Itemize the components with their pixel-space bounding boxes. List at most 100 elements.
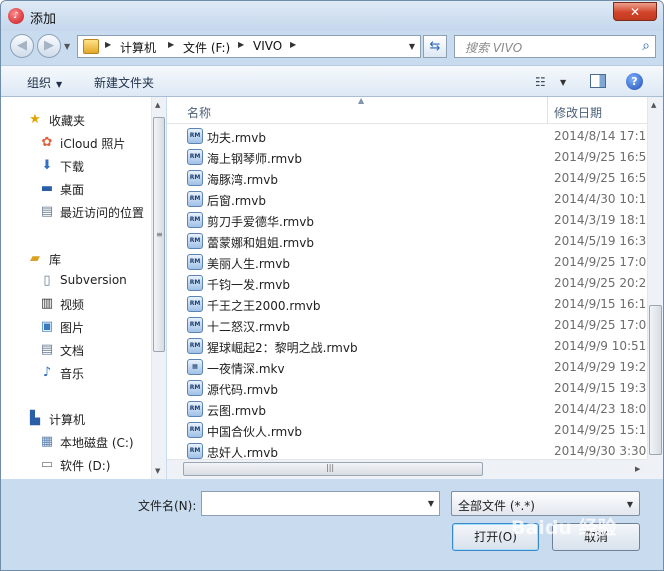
file-name: 千王之王2000.rmvb: [207, 299, 321, 313]
preview-pane-icon[interactable]: [590, 74, 606, 88]
rmvb-file-icon: RM: [187, 170, 203, 186]
nav-item-icloud-photos[interactable]: ✿ iCloud 照片: [1, 132, 151, 154]
grip-icon: ≡: [156, 230, 163, 239]
rmvb-file-icon: RM: [187, 275, 203, 291]
filetype-value: 全部文件 (*.*): [458, 499, 535, 513]
file-date: 2014/9/25 15:1: [554, 423, 647, 437]
rmvb-file-icon: RM: [187, 254, 203, 270]
nav-computer[interactable]: ▙ 计算机: [1, 408, 151, 430]
column-divider[interactable]: [547, 97, 548, 123]
forward-button[interactable]: ▶: [37, 34, 61, 58]
rmvb-file-icon: RM: [187, 401, 203, 417]
cancel-button[interactable]: 取消: [552, 523, 640, 551]
search-icon[interactable]: ⌕: [642, 38, 650, 54]
nav-libraries[interactable]: ▰ 库: [1, 248, 151, 270]
breadcrumb-vivo[interactable]: VIVO: [253, 39, 282, 53]
refresh-button[interactable]: ⇆: [423, 35, 447, 58]
address-dropdown-icon[interactable]: ▼: [409, 42, 415, 51]
scrollbar-thumb[interactable]: |||: [183, 462, 483, 476]
scroll-right-icon[interactable]: ▶: [635, 465, 640, 473]
help-icon[interactable]: ?: [626, 73, 643, 90]
file-row[interactable]: RM 猩球崛起2：黎明之战.rmvb 2014/9/9 10:51: [167, 336, 647, 357]
nav-item-label: 本地磁盘 (C:): [60, 436, 134, 450]
filetype-select[interactable]: 全部文件 (*.*) ▼: [451, 491, 640, 516]
file-row[interactable]: RM 中国合伙人.rmvb 2014/9/25 15:1: [167, 420, 647, 441]
nav-item-subversion[interactable]: ▯ Subversion: [1, 270, 151, 292]
file-row[interactable]: RM 十二怒汉.rmvb 2014/9/25 17:0: [167, 315, 647, 336]
breadcrumb-drive-f[interactable]: 文件 (F:): [183, 39, 230, 56]
scrollbar-thumb[interactable]: ≡: [153, 117, 165, 352]
nav-item-documents[interactable]: ▤ 文档: [1, 339, 151, 361]
file-row[interactable]: RM 千钧一发.rmvb 2014/9/25 20:2: [167, 273, 647, 294]
breadcrumb-computer[interactable]: 计算机: [120, 39, 156, 56]
nav-item-music[interactable]: ♪ 音乐: [1, 362, 151, 384]
scroll-up-icon[interactable]: ▲: [651, 101, 656, 109]
organize-button[interactable]: 组织 ▼: [27, 74, 62, 91]
nav-item-pictures[interactable]: ▣ 图片: [1, 316, 151, 338]
navigation-pane: ★ 收藏夹 ✿ iCloud 照片 ⬇ 下载 ▬ 桌面 ▤ 最近访问的位置 ▰ …: [1, 97, 151, 479]
app-icon: ♪: [8, 8, 24, 24]
nav-item-drive-c[interactable]: ▦ 本地磁盘 (C:): [1, 431, 151, 453]
file-name: 后窗.rmvb: [207, 194, 266, 208]
file-row[interactable]: RM 后窗.rmvb 2014/4/30 10:1: [167, 189, 647, 210]
open-button[interactable]: 打开(O): [452, 523, 539, 551]
filename-input[interactable]: ▼: [201, 491, 440, 516]
file-name: 中国合伙人.rmvb: [207, 425, 302, 439]
scroll-up-icon[interactable]: ▲: [155, 101, 160, 109]
nav-item-downloads[interactable]: ⬇ 下载: [1, 155, 151, 177]
file-row[interactable]: ▦ 一夜情深.mkv 2014/9/29 19:2: [167, 357, 647, 378]
nav-item-label: 图片: [60, 321, 85, 335]
back-button[interactable]: ◀: [10, 34, 34, 58]
nav-item-videos[interactable]: ▥ 视频: [1, 293, 151, 315]
rmvb-file-icon: RM: [187, 233, 203, 249]
file-row[interactable]: RM 蕾蒙娜和姐姐.rmvb 2014/5/19 16:3: [167, 231, 647, 252]
scrollbar-thumb[interactable]: [649, 305, 662, 455]
filename-dropdown-icon[interactable]: ▼: [428, 499, 434, 508]
file-name: 十二怒汉.rmvb: [207, 320, 290, 334]
close-button[interactable]: ✕: [613, 2, 657, 21]
nav-item-label: Subversion: [60, 273, 127, 287]
file-row[interactable]: RM 千王之王2000.rmvb 2014/9/15 16:1: [167, 294, 647, 315]
search-input[interactable]: 搜索 VIVO ⌕: [454, 35, 656, 58]
rmvb-file-icon: RM: [187, 338, 203, 354]
breadcrumb-separator[interactable]: ▶: [238, 40, 244, 49]
document-library-icon: ▯: [43, 273, 51, 288]
breadcrumb-separator[interactable]: ▶: [290, 40, 296, 49]
recent-locations-dropdown-icon[interactable]: ▼: [64, 42, 70, 51]
nav-item-recent-places[interactable]: ▤ 最近访问的位置: [1, 201, 151, 223]
column-header-name[interactable]: 名称: [187, 104, 211, 121]
rmvb-file-icon: RM: [187, 212, 203, 228]
file-row[interactable]: RM 海上钢琴师.rmvb 2014/9/25 16:5: [167, 147, 647, 168]
file-row[interactable]: RM 功夫.rmvb 2014/8/14 17:1: [167, 126, 647, 147]
breadcrumb-separator[interactable]: ▶: [105, 40, 111, 49]
address-bar[interactable]: ▶ 计算机 ▶ 文件 (F:) ▶ VIVO ▶ ▼: [77, 35, 421, 58]
file-row[interactable]: RM 海豚湾.rmvb 2014/9/25 16:5: [167, 168, 647, 189]
view-options-icon[interactable]: ☷: [535, 75, 546, 89]
navigation-scrollbar[interactable]: ▲ ≡ ▼: [151, 97, 166, 479]
nav-item-label: 桌面: [60, 183, 85, 197]
chevron-down-icon: ▼: [626, 500, 633, 509]
organize-label: 组织: [27, 76, 52, 90]
file-row[interactable]: RM 剪刀手爱德华.rmvb 2014/3/19 18:1: [167, 210, 647, 231]
nav-item-label: 音乐: [60, 367, 85, 381]
rmvb-file-icon: RM: [187, 128, 203, 144]
nav-computer-label: 计算机: [49, 413, 86, 427]
file-list-vertical-scrollbar[interactable]: ▲: [647, 97, 663, 459]
nav-item-label: 文档: [60, 344, 85, 358]
nav-item-drive-d[interactable]: ▭ 软件 (D:): [1, 454, 151, 476]
file-row[interactable]: RM 云图.rmvb 2014/4/23 18:0: [167, 399, 647, 420]
nav-favorites[interactable]: ★ 收藏夹: [1, 109, 151, 131]
file-row[interactable]: RM 美丽人生.rmvb 2014/9/25 17:0: [167, 252, 647, 273]
view-dropdown-icon[interactable]: ▼: [560, 78, 566, 87]
file-name: 千钧一发.rmvb: [207, 278, 290, 292]
scroll-down-icon[interactable]: ▼: [155, 467, 160, 475]
breadcrumb-separator[interactable]: ▶: [168, 40, 174, 49]
new-folder-button[interactable]: 新建文件夹: [94, 74, 154, 91]
column-header-date[interactable]: 修改日期: [554, 104, 602, 121]
file-row[interactable]: RM 源代码.rmvb 2014/9/15 19:3: [167, 378, 647, 399]
file-name: 蕾蒙娜和姐姐.rmvb: [207, 236, 314, 250]
video-icon: ▥: [40, 296, 54, 311]
nav-item-desktop[interactable]: ▬ 桌面: [1, 178, 151, 200]
title-bar[interactable]: ♪ 添加 ✕: [1, 1, 663, 31]
file-list-horizontal-scrollbar[interactable]: ||| ▶: [167, 459, 647, 479]
